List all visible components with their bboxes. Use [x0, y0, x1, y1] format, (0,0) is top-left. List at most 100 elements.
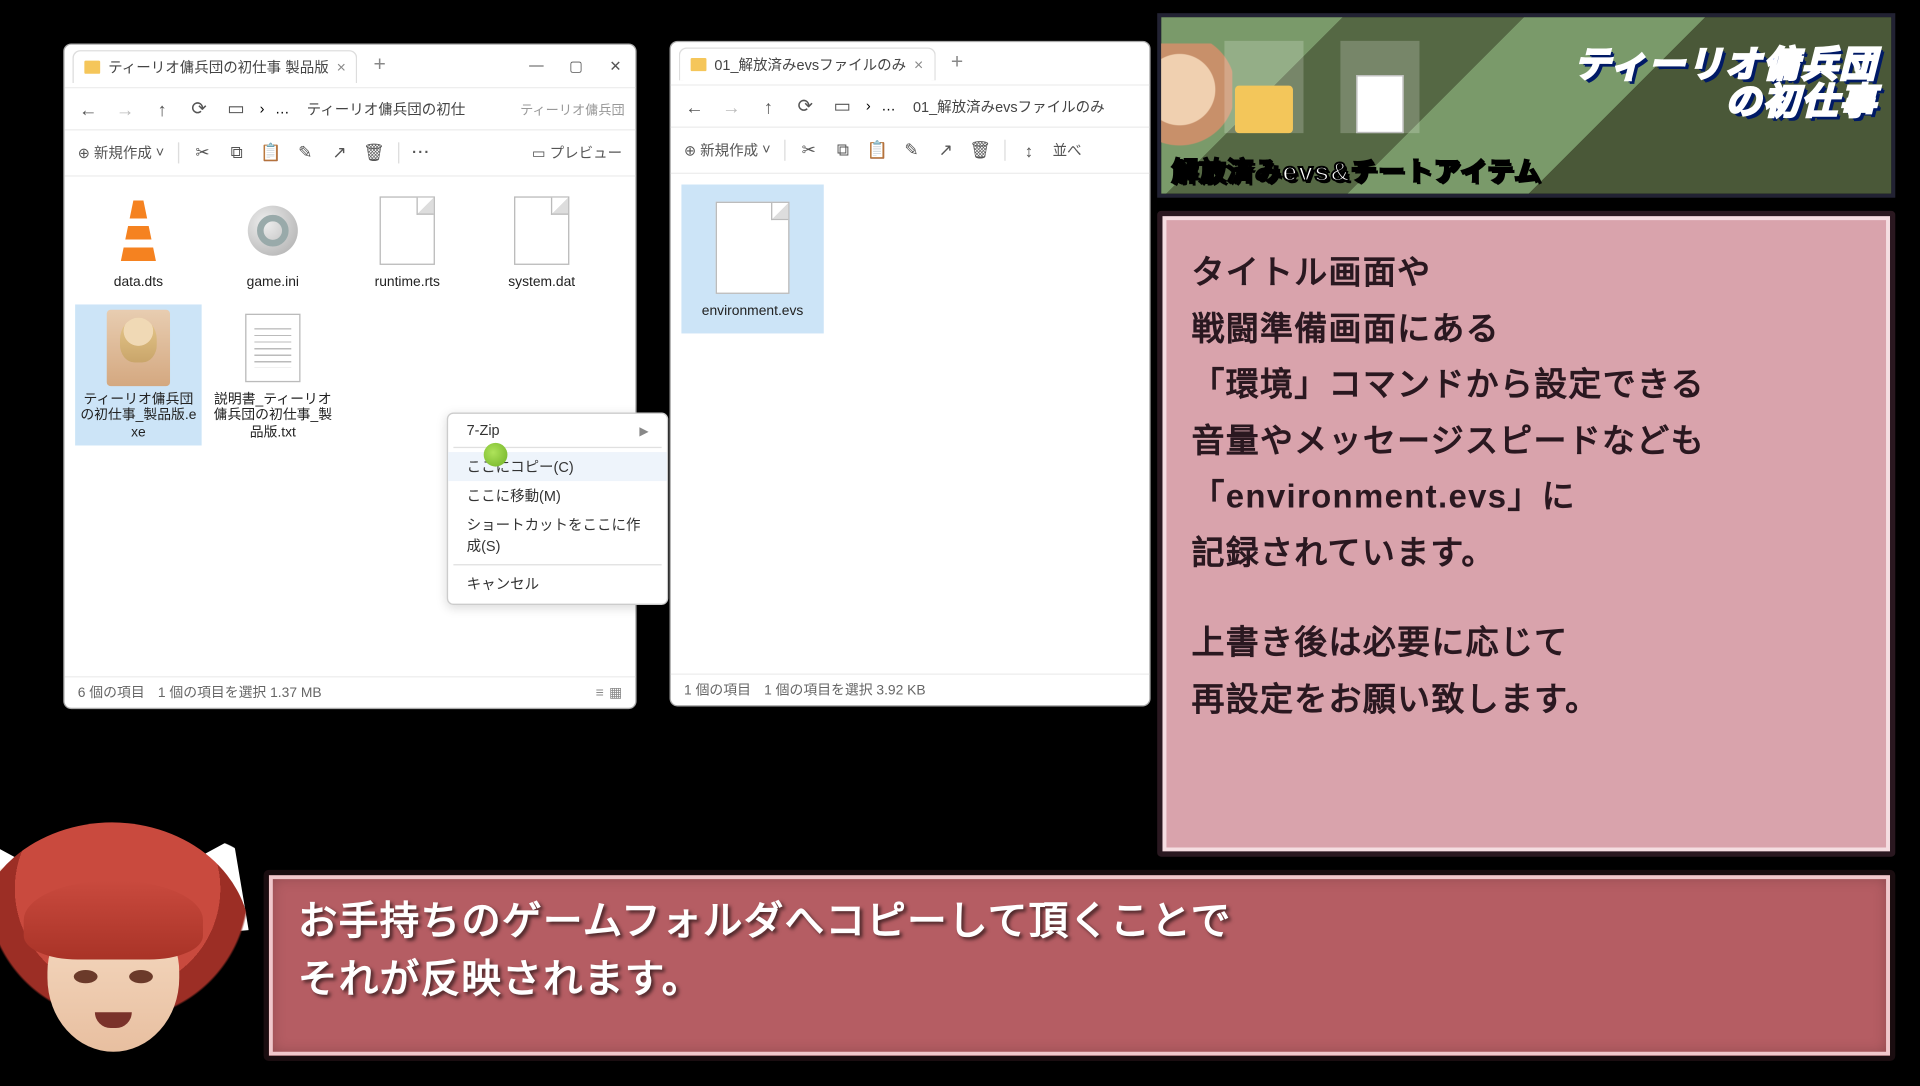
pc-icon[interactable]: ▭: [223, 96, 249, 122]
file-item[interactable]: 説明書_ティーリオ傭兵団の初仕事_製品版.txt: [210, 304, 337, 446]
minimize-button[interactable]: —: [517, 50, 557, 82]
menu-7zip[interactable]: 7-Zip ▶: [448, 419, 667, 443]
banner-subtitle: 解放済みevs&チートアイテム: [1172, 150, 1542, 188]
dots-icon[interactable]: …: [881, 98, 895, 114]
copy-icon[interactable]: ⧉: [833, 140, 854, 161]
delete-icon[interactable]: 🗑: [363, 142, 384, 163]
tab-active[interactable]: 01_解放済みevsファイルのみ ×: [679, 47, 935, 80]
banner-folder-thumb: [1224, 41, 1303, 133]
new-button[interactable]: ⊕ 新規作成 ˅: [78, 142, 165, 163]
banner-file-thumb: [1340, 41, 1419, 133]
file-item-selected[interactable]: environment.evs: [681, 185, 823, 333]
status-item-count: 6 個の項目: [78, 683, 145, 703]
file-name: runtime.rts: [375, 274, 440, 291]
breadcrumb-overflow: ティーリオ傭兵団: [520, 99, 625, 119]
rename-icon[interactable]: ✎: [901, 140, 922, 161]
separator: [398, 142, 399, 163]
new-tab-button[interactable]: +: [366, 54, 394, 78]
titlebar: ティーリオ傭兵団の初仕事 製品版 × + — ▢ ✕: [65, 45, 636, 87]
copy-icon[interactable]: ⧉: [226, 142, 247, 163]
share-icon[interactable]: ↗: [935, 140, 956, 161]
context-menu: 7-Zip ▶ ここにコピー(C) ここに移動(M) ショートカットをここに作成…: [447, 413, 668, 605]
file-item[interactable]: data.dts: [75, 187, 202, 296]
text-file-icon: [245, 313, 300, 382]
back-button[interactable]: ←: [681, 93, 707, 119]
new-button[interactable]: ⊕ 新規作成 ˅: [684, 140, 771, 161]
exe-icon: [107, 309, 170, 385]
up-button[interactable]: ↑: [755, 93, 781, 119]
cut-icon[interactable]: ✂: [798, 140, 819, 161]
statusbar: 1 個の項目 1 個の項目を選択 3.92 KB: [671, 673, 1149, 705]
paste-icon[interactable]: 📋: [261, 142, 282, 163]
forward-button[interactable]: →: [718, 93, 744, 119]
up-button[interactable]: ↑: [149, 96, 175, 122]
delete-icon[interactable]: 🗑: [970, 140, 991, 161]
file-name: system.dat: [508, 274, 575, 291]
gear-icon: [248, 206, 298, 256]
dialog-text: お手持ちのゲームフォルダへコピーして頂くことで それが反映されます。: [298, 894, 1861, 1009]
nav-toolbar: ← → ↑ ⟳ ▭ › … ティーリオ傭兵団の初仕 ティーリオ傭兵団: [65, 87, 636, 129]
status-selection: 1 個の項目を選択 3.92 KB: [764, 680, 926, 700]
tab-close-icon[interactable]: ×: [914, 55, 923, 73]
file-icon: [514, 196, 569, 265]
status-selection: 1 個の項目を選択 1.37 MB: [158, 683, 322, 703]
file-item[interactable]: system.dat: [478, 187, 605, 296]
file-item[interactable]: runtime.rts: [344, 187, 471, 296]
paste-icon[interactable]: 📋: [867, 140, 888, 161]
sort-label[interactable]: 並べ: [1053, 140, 1082, 161]
breadcrumb-text: 01_解放済みevsファイルのみ: [913, 96, 1105, 117]
tab-close-icon[interactable]: ×: [337, 57, 346, 75]
file-name: game.ini: [247, 274, 299, 291]
view-icons-icon[interactable]: ▦: [609, 685, 622, 701]
menu-cancel[interactable]: キャンセル: [448, 569, 667, 598]
desktop-area: ティーリオ傭兵団の初仕事 製品版 × + — ▢ ✕ ← → ↑ ⟳ ▭ › ……: [13, 13, 1146, 857]
address-bar[interactable]: ティーリオ傭兵団の初仕: [300, 97, 509, 121]
explorer-window-right: 01_解放済みevsファイルのみ × + ← → ↑ ⟳ ▭ › … 01_解放…: [670, 41, 1151, 707]
tab-title: 01_解放済みevsファイルのみ: [714, 53, 906, 74]
view-details-icon[interactable]: ≡: [596, 685, 604, 701]
header-banner: ティーリオ傭兵団 の初仕事 解放済みevs&チートアイテム: [1157, 13, 1895, 198]
refresh-button[interactable]: ⟳: [792, 93, 818, 119]
address-bar[interactable]: 01_解放済みevsファイルのみ: [906, 94, 1138, 118]
file-item-selected[interactable]: ティーリオ傭兵団の初仕事_製品版.exe: [75, 304, 202, 446]
forward-button[interactable]: →: [112, 96, 138, 122]
file-item[interactable]: game.ini: [210, 187, 337, 296]
menu-move-here[interactable]: ここに移動(M): [448, 481, 667, 510]
info-panel: タイトル画面や 戦闘準備画面にある 「環境」コマンドから設定できる 音量やメッセ…: [1157, 211, 1895, 857]
file-name: data.dts: [114, 274, 163, 291]
new-tab-button[interactable]: +: [943, 51, 971, 75]
tab-active[interactable]: ティーリオ傭兵団の初仕事 製品版 ×: [72, 49, 357, 82]
vlc-icon: [113, 200, 163, 261]
file-icon: [716, 202, 790, 294]
menu-divider: [453, 447, 661, 448]
menu-shortcut-here[interactable]: ショートカットをここに作成(S): [448, 510, 667, 560]
close-button[interactable]: ✕: [596, 50, 636, 82]
rename-icon[interactable]: ✎: [295, 142, 316, 163]
more-button[interactable]: ···: [412, 145, 430, 161]
menu-copy-here[interactable]: ここにコピー(C): [448, 452, 667, 481]
separator: [1004, 140, 1005, 161]
chevron-right-icon: ▶: [639, 424, 648, 438]
titlebar: 01_解放済みevsファイルのみ × +: [671, 42, 1149, 84]
character-avatar: [0, 809, 283, 1086]
pc-icon[interactable]: ▭: [829, 93, 855, 119]
preview-button[interactable]: ▭ プレビュー: [532, 142, 622, 163]
separator: [784, 140, 785, 161]
refresh-button[interactable]: ⟳: [186, 96, 212, 122]
file-icon: [380, 196, 435, 265]
status-item-count: 1 個の項目: [684, 680, 751, 700]
share-icon[interactable]: ↗: [329, 142, 350, 163]
file-name: ティーリオ傭兵団の初仕事_製品版.exe: [78, 391, 199, 441]
breadcrumb-text: ティーリオ傭兵団の初仕: [307, 98, 466, 119]
cut-icon[interactable]: ✂: [192, 142, 213, 163]
maximize-button[interactable]: ▢: [556, 50, 596, 82]
sort-icon[interactable]: ↕: [1018, 140, 1039, 161]
explorer-window-left: ティーリオ傭兵団の初仕事 製品版 × + — ▢ ✕ ← → ↑ ⟳ ▭ › ……: [63, 43, 636, 709]
nav-toolbar: ← → ↑ ⟳ ▭ › … 01_解放済みevsファイルのみ: [671, 84, 1149, 126]
file-name: 説明書_ティーリオ傭兵団の初仕事_製品版.txt: [212, 391, 333, 441]
file-list[interactable]: environment.evs: [671, 174, 1149, 674]
banner-thumbnails: [1224, 41, 1419, 133]
folder-icon: [84, 60, 100, 73]
dots-icon[interactable]: …: [275, 101, 289, 117]
back-button[interactable]: ←: [75, 96, 101, 122]
